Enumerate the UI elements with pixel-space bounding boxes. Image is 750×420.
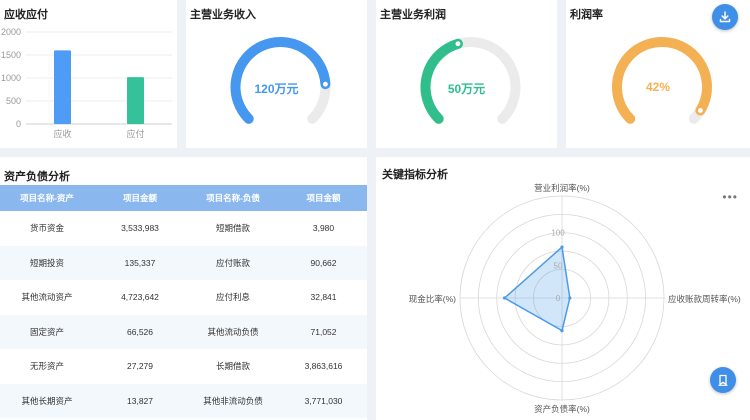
asset-name-cell: 固定资产 <box>0 314 94 349</box>
asset-amount-cell: 3,533,983 <box>121 223 159 234</box>
liability-amount-cell: 90,662 <box>280 245 367 280</box>
radar-indicator-label: 应收账款周转率(%) <box>668 294 741 304</box>
revenue-value: 120万元 <box>254 82 299 96</box>
liability-amount-cell: 71,052 <box>280 314 367 349</box>
liability-amount-cell: 3,863,616 <box>304 361 343 372</box>
table-row[interactable]: 其他流动资产 4,723,642 应付利息 32,841 <box>0 280 367 315</box>
radar-indicator-label: 资产负债率(%) <box>534 404 590 414</box>
table-row[interactable]: 无形资产 27,279 长期借款 3,863,616 <box>0 349 367 384</box>
liability-amount-cell: 32,841 <box>310 292 337 303</box>
y-tick-label: 500 <box>6 96 21 106</box>
liability-name-cell: 其他非流动负债 <box>186 383 280 418</box>
asset-name-cell: 无形资产 <box>29 361 64 372</box>
x-tick-label: 应收 <box>53 128 71 139</box>
liability-name-cell: 短期借款 <box>215 223 250 234</box>
x-tick-label: 应付 <box>126 128 144 139</box>
profit-value: 50万元 <box>447 82 486 96</box>
balance-sheet-card: 资产负债分析 项目名称-资产 项目金额 项目名称-负债 项目金额 货币资金 3,… <box>0 157 367 420</box>
radar-data-point <box>502 296 507 300</box>
key-indicator-radar-chart: 营业利润率(%) 应收账款周转率(%) 资产负债率(%) 现金比率(%) 100 50 0 <box>409 183 741 414</box>
bookmark-button[interactable] <box>710 367 736 393</box>
profit-gauge <box>420 37 521 124</box>
asset-amount-cell: 27,279 <box>127 361 153 372</box>
asset-name-cell: 短期投资 <box>0 245 94 280</box>
receivable-payable-card: 应收 应付 2000 1500 1000 500 0 应收 应付 <box>0 0 177 148</box>
asset-name-cell: 其他长期资产 <box>0 383 94 418</box>
download-icon <box>719 11 731 23</box>
asset-amount-cell: 135,337 <box>94 245 186 280</box>
asset-amount-cell: 13,827 <box>94 383 186 418</box>
revenue-gauge <box>230 37 331 124</box>
column-header[interactable]: 项目名称-资产 <box>0 185 94 211</box>
gauge-handle <box>696 106 705 115</box>
column-header[interactable]: 项目名称-负债 <box>186 185 280 211</box>
key-indicator-card: 关键指标分析 ••• 营业利润率(%) 应收账款周转率(%) 资产负债率(%) 现金比… <box>376 157 750 420</box>
table-row[interactable]: 短期投资 135,337 应付账款 90,662 <box>0 245 367 280</box>
liability-name-cell: 其他流动负债 <box>186 314 280 349</box>
liability-name-cell: 长期借款 <box>215 361 250 372</box>
radar-indicator-label: 现金比率(%) <box>409 294 456 304</box>
table-row[interactable]: 货币资金 3,533,983 短期借款 3,980 <box>0 211 367 246</box>
radar-indicator-label: 营业利润率(%) <box>534 183 590 193</box>
y-tick-label: 1000 <box>1 73 21 83</box>
bookmark-icon <box>718 374 728 386</box>
radar-data-point <box>568 296 572 300</box>
liability-name-cell: 应付账款 <box>186 245 280 280</box>
y-tick-label: 2000 <box>1 27 21 37</box>
radar-series-area <box>503 246 571 332</box>
receivable-payable-bar-chart: 2000 1500 1000 500 0 应收 应付 <box>1 27 172 139</box>
bar <box>127 77 144 124</box>
profit-rate-value: 42% <box>645 80 671 94</box>
revenue-card: 主营业务收入 120万元 <box>186 0 367 148</box>
table-row[interactable]: 其他长期资产 13,827 其他非流动负债 3,771,030 <box>0 383 367 418</box>
asset-amount-cell: 66,526 <box>94 314 186 349</box>
asset-name-cell: 货币资金 <box>29 223 64 234</box>
asset-name-cell: 其他流动资产 <box>21 292 73 303</box>
asset-amount-cell: 4,723,642 <box>121 292 159 303</box>
radar-tick-label: 100 <box>551 229 565 238</box>
column-header[interactable]: 项目金额 <box>280 185 367 211</box>
radar-data-point <box>560 329 564 333</box>
radar-data-point <box>560 245 564 249</box>
profit-rate-card: 利润率 42% <box>566 0 750 148</box>
radar-tick-label: 50 <box>554 261 563 270</box>
radar-tick-label: 0 <box>556 294 561 303</box>
table-row[interactable]: 固定资产 66,526 其他流动负债 71,052 <box>0 314 367 349</box>
download-button[interactable] <box>712 4 738 30</box>
bar <box>54 50 71 124</box>
profit-card: 主营业务利润 50万元 <box>376 0 557 148</box>
y-tick-label: 0 <box>16 119 21 129</box>
liability-amount-cell: 3,980 <box>312 223 335 234</box>
table-header-row: 项目名称-资产 项目金额 项目名称-负债 项目金额 <box>0 185 367 211</box>
balance-sheet-title: 资产负债分析 <box>4 171 70 183</box>
liability-amount-cell: 3,771,030 <box>280 383 367 418</box>
gauge-handle <box>453 39 462 48</box>
balance-sheet-table: 项目名称-资产 项目金额 项目名称-负债 项目金额 货币资金 3,533,983… <box>0 185 367 418</box>
y-tick-label: 1500 <box>1 50 21 60</box>
column-header[interactable]: 项目金额 <box>94 185 186 211</box>
liability-name-cell: 应付利息 <box>215 292 250 303</box>
